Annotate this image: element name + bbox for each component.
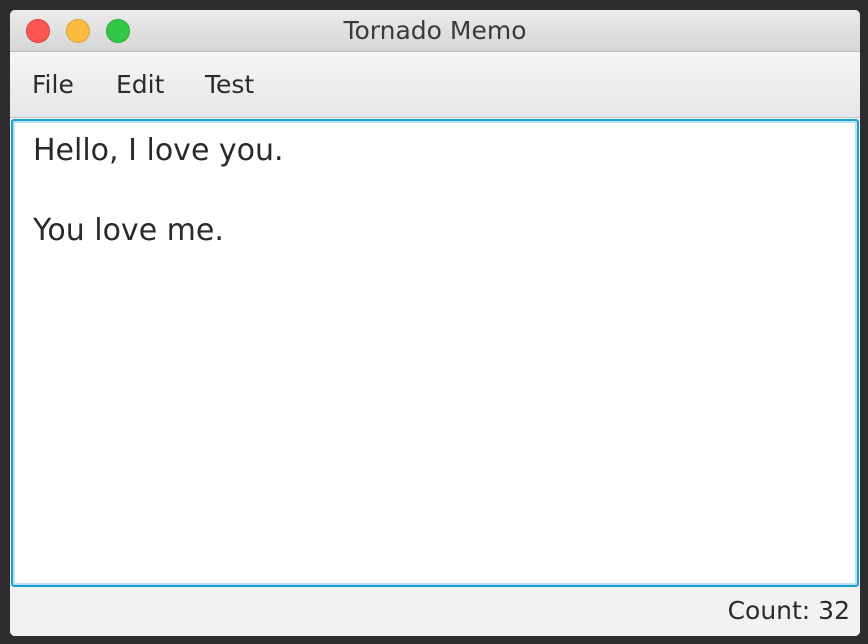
memo-text-area[interactable]: Hello, I love you. You love me. bbox=[11, 119, 859, 587]
menu-bar: File Edit Test bbox=[10, 52, 860, 118]
title-bar[interactable]: Tornado Memo bbox=[10, 10, 860, 52]
memo-text-content[interactable]: Hello, I love you. You love me. bbox=[33, 131, 837, 251]
menu-edit[interactable]: Edit bbox=[116, 52, 164, 118]
menu-file[interactable]: File bbox=[32, 52, 74, 118]
app-window: Tornado Memo File Edit Test Hello, I lov… bbox=[10, 10, 860, 636]
character-count: Count: 32 bbox=[727, 596, 850, 625]
window-title: Tornado Memo bbox=[343, 16, 527, 45]
menu-test[interactable]: Test bbox=[205, 52, 254, 118]
status-bar: Count: 32 bbox=[10, 590, 860, 636]
